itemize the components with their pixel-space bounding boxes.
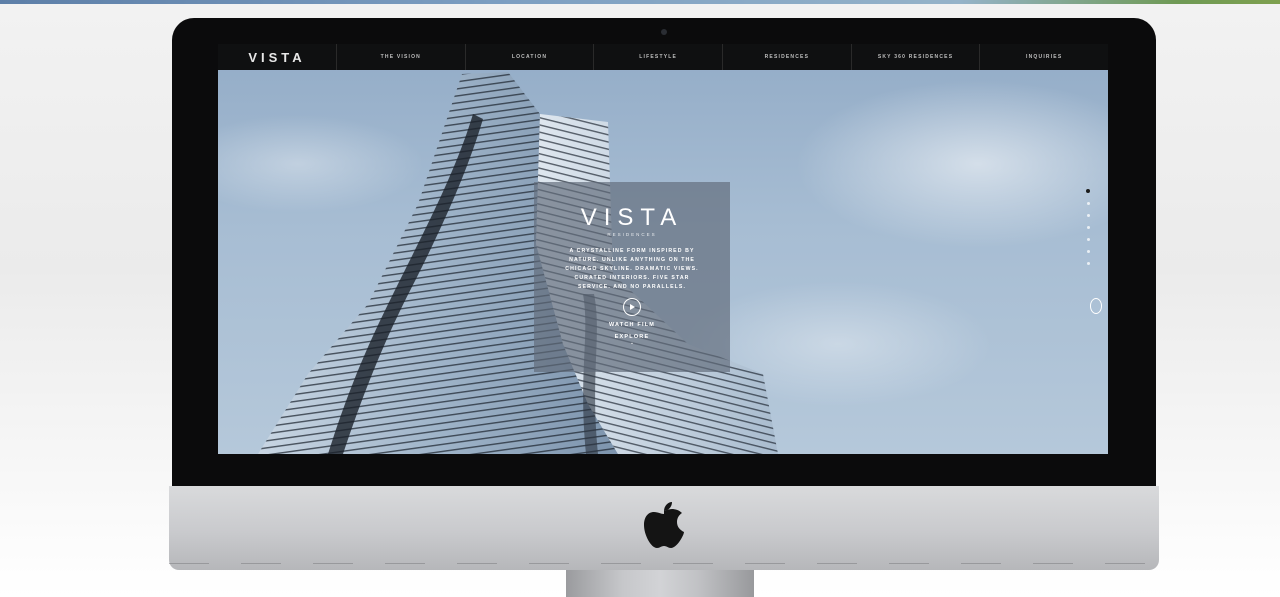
- side-dot-6[interactable]: [1086, 250, 1090, 253]
- nav-item-lifestyle[interactable]: LIFESTYLE: [594, 44, 724, 70]
- nav-logo[interactable]: VISTA: [218, 44, 337, 70]
- nav-item-location[interactable]: LOCATION: [466, 44, 595, 70]
- hero-subtitle: RESIDENCES: [607, 232, 657, 237]
- hero-description: A CRYSTALLINE FORM INSPIRED BY NATURE. U…: [565, 248, 699, 290]
- chin-seam: [169, 563, 1159, 564]
- side-dot-4[interactable]: [1086, 226, 1090, 229]
- top-navigation: VISTA THE VISION LOCATION LIFESTYLE RESI…: [218, 44, 1108, 70]
- monitor-stand: [566, 570, 754, 597]
- watch-film-link[interactable]: WATCH FILM: [609, 322, 655, 328]
- camera-icon: [661, 29, 667, 35]
- monitor-bezel: VISTA THE VISION LOCATION LIFESTYLE RESI…: [172, 18, 1156, 488]
- scroll-indicator[interactable]: [1090, 298, 1102, 314]
- side-dot-7[interactable]: [1086, 262, 1090, 265]
- side-dot-5[interactable]: [1086, 238, 1090, 241]
- monitor-chin: [169, 486, 1159, 570]
- chevron-down-icon: ⌄: [629, 340, 635, 346]
- side-dot-3[interactable]: [1086, 214, 1090, 217]
- nav-item-inquiries[interactable]: INQUIRIES: [980, 44, 1108, 70]
- nav-item-residences[interactable]: RESIDENCES: [723, 44, 852, 70]
- hero-card: VISTA RESIDENCES A CRYSTALLINE FORM INSP…: [534, 182, 730, 372]
- hero-logo: VISTA: [580, 204, 684, 231]
- side-pagination: [1085, 189, 1091, 265]
- apple-logo-icon: [644, 502, 684, 548]
- side-dot-1[interactable]: [1086, 189, 1090, 193]
- background-top-strip: [0, 0, 1280, 4]
- nav-item-sky-360-residences[interactable]: SKY 360 RESIDENCES: [852, 44, 981, 70]
- monitor-screen: VISTA THE VISION LOCATION LIFESTYLE RESI…: [218, 44, 1108, 454]
- side-dot-2[interactable]: [1086, 202, 1090, 205]
- play-icon: [630, 304, 635, 310]
- play-button[interactable]: [623, 298, 641, 316]
- nav-item-the-vision[interactable]: THE VISION: [337, 44, 466, 70]
